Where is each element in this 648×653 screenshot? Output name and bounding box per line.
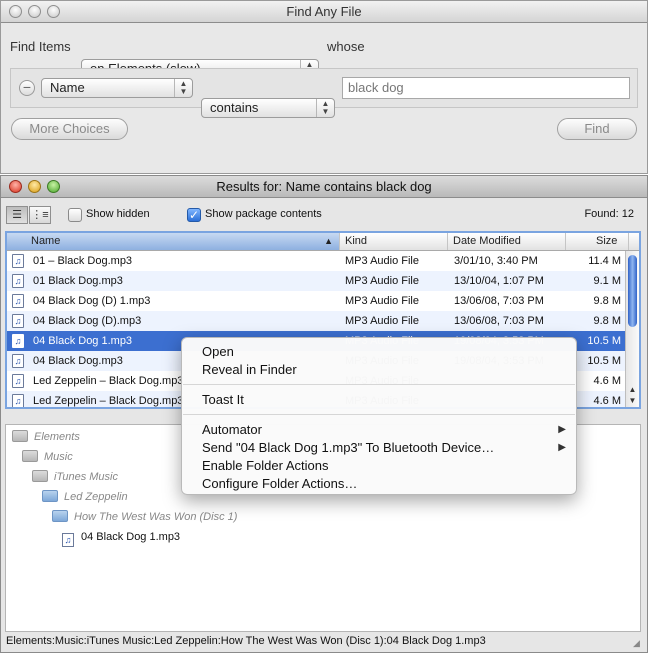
submenu-arrow-icon: ▶ [558,442,566,453]
cell-kind: MP3 Audio File [345,255,419,267]
menu-item-reveal-in-finder[interactable]: Reveal in Finder [182,361,576,379]
mp3-file-icon: ♫ [12,254,24,268]
find-items-label: Find Items [10,39,71,54]
folder-icon [52,510,68,522]
submenu-arrow-icon: ▶ [558,424,566,435]
folder-icon [32,470,48,482]
path-item-music[interactable]: Music [22,449,73,465]
cell-size: 9.8 M [593,295,621,307]
cell-size: 9.1 M [593,275,621,287]
column-header-size[interactable]: Size [566,233,629,250]
table-header: Name ▲ Kind Date Modified Size [7,233,639,251]
zoom-window-button[interactable] [47,180,60,193]
criteria-row: − Name ▲ ▼ contains ▲ ▼ black dog [10,68,638,118]
minimize-window-button[interactable] [28,180,41,193]
scroll-thumb[interactable] [628,255,637,327]
folder-icon [22,450,38,462]
scroll-up-icon[interactable]: ▲ [626,384,639,395]
show-hidden-label: Show hidden [86,208,150,220]
table-row[interactable]: ♫ 04 Black Dog (D).mp3 MP3 Audio File 13/06… [7,311,639,331]
popup-arrows-icon: ▲▼ [316,99,334,117]
search-value-input[interactable]: black dog [342,77,630,99]
show-hidden-checkbox[interactable] [68,208,82,222]
cell-name: 04 Black Dog (D).mp3 [33,315,142,327]
context-menu: Open Reveal in Finder Toast It Automator… [181,337,577,495]
mp3-file-icon: ♫ [12,314,24,328]
path-item-itunes-music[interactable]: iTunes Music [32,469,118,485]
cell-date: 13/06/08, 7:03 PM [454,315,544,327]
vertical-scrollbar[interactable]: ▲ ▼ [625,251,639,407]
table-row[interactable]: ♫ 04 Black Dog (D) 1.mp3 MP3 Audio File 13/… [7,291,639,311]
results-titlebar: Results for: Name contains black dog [1,176,647,198]
show-package-contents-label: Show package contents [205,208,322,220]
window-controls [9,5,60,18]
cell-name: 04 Black Dog (D) 1.mp3 [33,295,151,307]
table-row[interactable]: ♫ 01 – Black Dog.mp3 MP3 Audio File 3/01/10… [7,251,639,271]
window-title: Find Any File [286,4,362,19]
mp3-file-icon: ♫ [62,533,74,547]
column-header-kind[interactable]: Kind [340,233,448,250]
operator-popup[interactable]: contains ▲ ▼ [201,98,335,118]
path-status-bar: Elements:Music:iTunes Music:Led Zeppelin… [1,632,647,652]
zoom-window-button[interactable] [47,5,60,18]
cell-name: 01 Black Dog.mp3 [33,275,123,287]
mp3-file-icon: ♫ [12,334,24,348]
cell-date: 13/06/08, 7:03 PM [454,295,544,307]
cell-kind: MP3 Audio File [345,275,419,287]
scroll-down-icon[interactable]: ▼ [626,395,639,406]
results-title: Results for: Name contains black dog [216,179,432,194]
menu-separator [183,414,575,415]
cell-size: 11.4 M [588,255,621,267]
cell-kind: MP3 Audio File [345,315,419,327]
menu-item-open[interactable]: Open [182,343,576,361]
menu-item-automator[interactable]: Automator ▶ [182,421,576,439]
menu-item-toast-it[interactable]: Toast It [182,391,576,409]
cell-name: 01 – Black Dog.mp3 [33,255,133,267]
column-header-date[interactable]: Date Modified [448,233,566,250]
mp3-file-icon: ♫ [12,354,24,368]
list-view-icon[interactable]: ☰ [6,206,28,224]
drive-icon [12,430,28,442]
popup-arrows-icon: ▲▼ [174,79,192,97]
mp3-file-icon: ♫ [12,294,24,308]
window-controls [9,180,60,193]
cell-kind: MP3 Audio File [345,295,419,307]
cell-size: 9.8 M [593,315,621,327]
whose-label: whose [327,39,365,54]
close-window-button[interactable] [9,5,22,18]
mp3-file-icon: ♫ [12,374,24,388]
remove-criterion-button[interactable]: − [19,80,35,96]
tree-view-icon[interactable]: ⋮≡ [29,206,51,224]
menu-item-configure-folder-actions[interactable]: Configure Folder Actions… [182,475,576,493]
path-item-file[interactable]: ♫ 04 Black Dog 1.mp3 [62,529,180,547]
sort-ascending-icon: ▲ [324,236,333,246]
attribute-popup-value: Name [50,80,85,95]
search-window: Find Any File Find Items on Elements (sl… [0,0,648,174]
menu-item-enable-folder-actions[interactable]: Enable Folder Actions [182,457,576,475]
search-titlebar: Find Any File [1,1,647,23]
path-item-album[interactable]: How The West Was Won (Disc 1) [52,509,237,525]
found-count: Found: 12 [584,208,634,220]
resize-grip-icon[interactable]: ◢ [633,638,644,649]
column-header-name[interactable]: Name ▲ [7,233,340,250]
mp3-file-icon: ♫ [12,274,24,288]
operator-popup-value: contains [210,100,259,115]
path-item-elements[interactable]: Elements [12,429,80,445]
cell-date: 13/10/04, 1:07 PM [454,275,544,287]
mp3-file-icon: ♫ [12,394,24,407]
more-choices-button[interactable]: More Choices [11,118,128,140]
cell-date: 3/01/10, 3:40 PM [454,255,538,267]
path-item-led-zeppelin[interactable]: Led Zeppelin [42,489,128,505]
menu-item-send-bluetooth[interactable]: Send "04 Black Dog 1.mp3" To Bluetooth D… [182,439,576,457]
show-package-contents-checkbox[interactable]: ✓ [187,208,201,222]
attribute-popup[interactable]: Name ▲ ▼ [41,78,193,98]
minimize-window-button[interactable] [28,5,41,18]
close-window-button[interactable] [9,180,22,193]
folder-icon [42,490,58,502]
table-row[interactable]: ♫ 01 Black Dog.mp3 MP3 Audio File 13/10/04,… [7,271,639,291]
menu-separator [183,384,575,385]
find-button[interactable]: Find [557,118,637,140]
